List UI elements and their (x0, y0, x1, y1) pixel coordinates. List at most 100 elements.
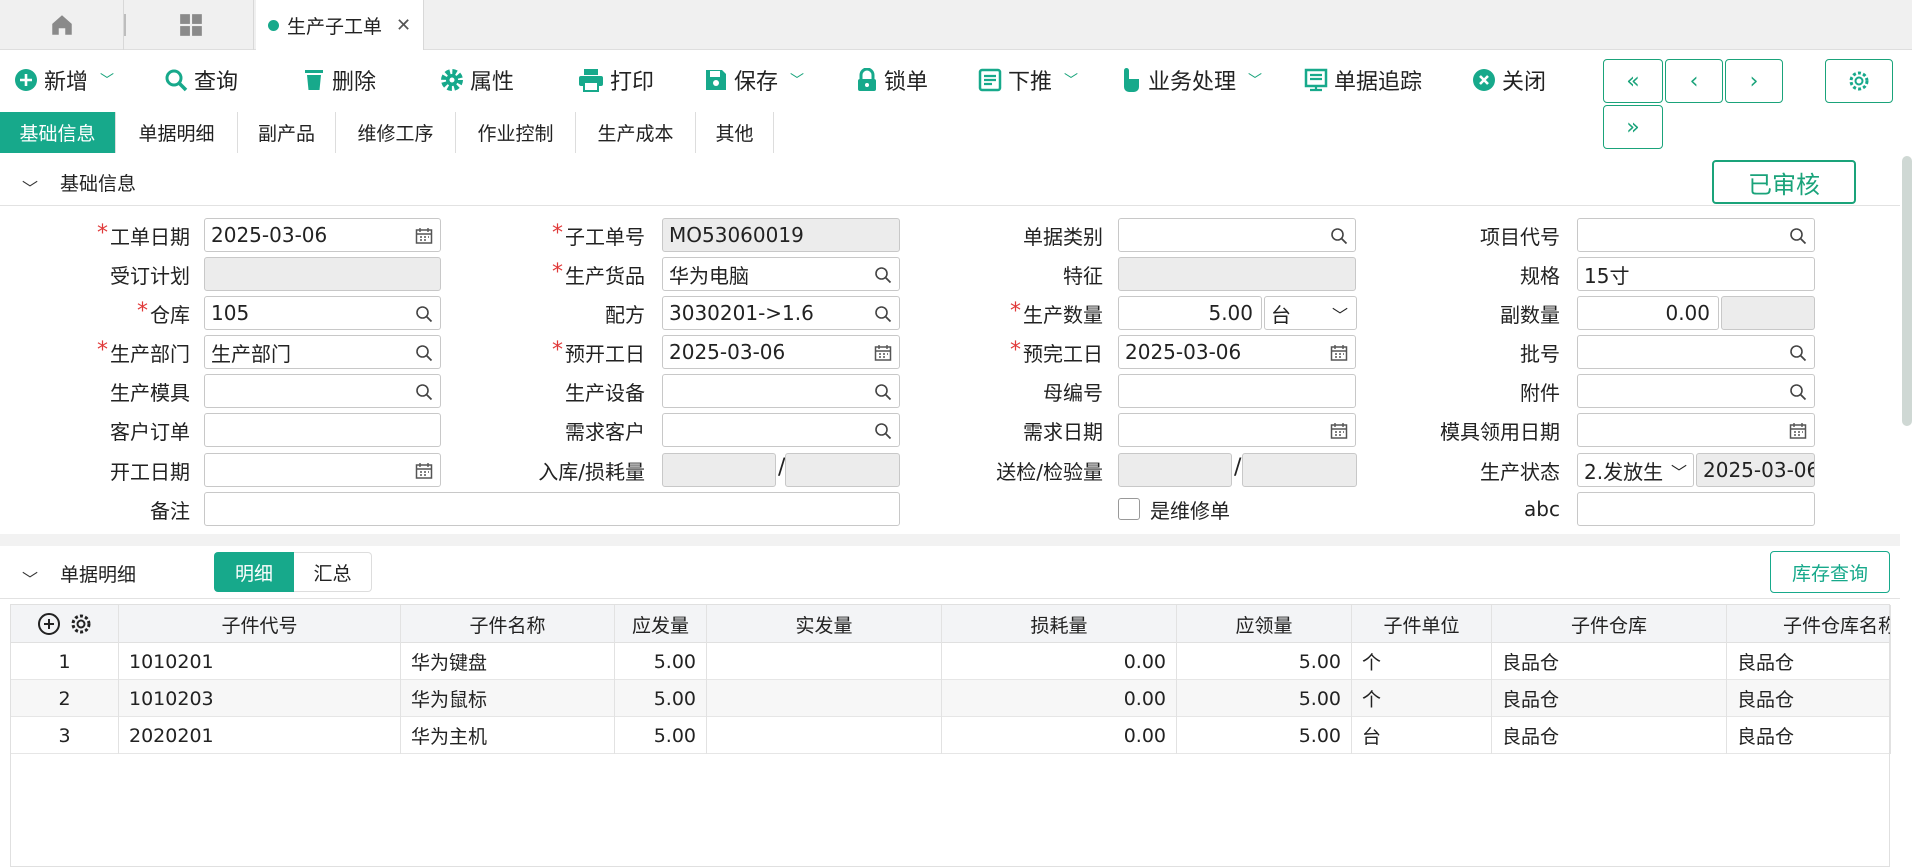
view-detail-toggle[interactable]: 明细 (214, 552, 294, 592)
scrollbar[interactable] (1902, 156, 1912, 426)
issue-qty-cell[interactable]: 5.00 (615, 680, 707, 717)
warehouse-cell[interactable]: 良品仓 (1492, 643, 1727, 680)
repair-checkbox[interactable] (1118, 498, 1140, 520)
warehouse-field[interactable]: 105 (204, 296, 441, 330)
part-name-cell[interactable]: 华为键盘 (401, 643, 615, 680)
tab-other[interactable]: 其他 (696, 112, 774, 153)
table-row[interactable]: 2 1010203 华为鼠标 5.00 0.00 5.00 个 良品仓 良品仓 (11, 680, 1891, 717)
warehouse-cell[interactable]: 良品仓 (1492, 717, 1727, 754)
stock-query-button[interactable]: 库存查询 (1770, 551, 1890, 593)
settings-button[interactable] (1825, 59, 1893, 103)
basic-info-header[interactable]: ﹀ 基础信息 (0, 160, 1900, 206)
loss-qty-cell[interactable]: 0.00 (942, 643, 1177, 680)
column-header[interactable]: 子件代号 (119, 605, 401, 643)
abc-field[interactable] (1577, 492, 1815, 526)
warehouse-name-cell[interactable]: 良品仓 (1727, 717, 1891, 754)
column-header[interactable]: 子件单位 (1352, 605, 1492, 643)
receive-qty-cell[interactable]: 5.00 (1177, 717, 1352, 754)
part-code-cell[interactable]: 1010201 (119, 643, 401, 680)
product-field[interactable]: 华为电脑 (662, 257, 900, 291)
search-icon[interactable] (415, 305, 433, 323)
customer-order-field[interactable] (204, 413, 441, 447)
calendar-icon[interactable] (1330, 344, 1348, 362)
add-row-icon[interactable] (37, 612, 61, 636)
delete-button[interactable]: 删除 (302, 62, 376, 98)
next-record-button[interactable]: › (1725, 59, 1783, 103)
prod-status-select[interactable]: 2.发放生 ﹀ (1577, 453, 1694, 487)
business-button[interactable]: 业务处理 ﹀ (1120, 62, 1262, 98)
inspect-send-field[interactable] (1118, 453, 1232, 487)
formula-field[interactable]: 3030201->1.6 (662, 296, 900, 330)
actual-qty-cell[interactable] (707, 717, 942, 754)
qty-field[interactable]: 5.00 (1118, 296, 1262, 330)
issue-qty-cell[interactable]: 5.00 (615, 643, 707, 680)
batch-field[interactable] (1577, 335, 1815, 369)
table-row[interactable]: 1 1010201 华为键盘 5.00 0.00 5.00 个 良品仓 良品仓 (11, 643, 1891, 680)
actual-qty-cell[interactable] (707, 643, 942, 680)
column-header[interactable]: 损耗量 (942, 605, 1177, 643)
search-icon[interactable] (415, 383, 433, 401)
receive-qty-cell[interactable]: 5.00 (1177, 643, 1352, 680)
unit-cell[interactable]: 台 (1352, 717, 1492, 754)
table-row[interactable]: 3 2020201 华为主机 5.00 0.00 5.00 台 良品仓 良品仓 (11, 717, 1891, 754)
project-code-field[interactable] (1577, 218, 1815, 252)
loss-qty-cell[interactable]: 0.00 (942, 680, 1177, 717)
calendar-icon[interactable] (1330, 422, 1348, 440)
calendar-icon[interactable] (874, 344, 892, 362)
search-icon[interactable] (1789, 383, 1807, 401)
part-name-cell[interactable]: 华为鼠标 (401, 680, 615, 717)
actual-qty-cell[interactable] (707, 680, 942, 717)
search-icon[interactable] (1330, 227, 1348, 245)
unit-select[interactable]: 台 ﹀ (1264, 296, 1357, 330)
part-name-cell[interactable]: 华为主机 (401, 717, 615, 754)
sub-order-no-field[interactable]: MO53060019 (662, 218, 900, 252)
chevron-down-icon[interactable]: ﹀ (1670, 459, 1687, 483)
start-date-field[interactable] (204, 453, 441, 487)
first-record-button[interactable]: « (1603, 59, 1663, 103)
remark-field[interactable] (204, 492, 900, 526)
gear-icon[interactable] (69, 612, 93, 636)
print-button[interactable]: 打印 (578, 62, 654, 98)
receive-qty-cell[interactable]: 5.00 (1177, 680, 1352, 717)
tab-sub-work-order[interactable]: 生产子工单 ✕ (256, 0, 424, 50)
loss-qty-field[interactable] (785, 453, 900, 487)
loss-qty-cell[interactable]: 0.00 (942, 717, 1177, 754)
chevron-down-icon[interactable]: ﹀ (1064, 70, 1078, 90)
chevron-down-icon[interactable]: ﹀ (1332, 302, 1348, 326)
sub-qty-field[interactable]: 0.00 (1577, 296, 1719, 330)
feature-field[interactable] (1118, 257, 1356, 291)
equipment-field[interactable] (662, 374, 900, 408)
close-button[interactable]: 关闭 (1472, 62, 1546, 98)
chevron-down-icon[interactable]: ﹀ (1248, 70, 1262, 90)
column-header[interactable]: 实发量 (707, 605, 942, 643)
column-header[interactable]: 子件仓库 (1492, 605, 1727, 643)
unit-cell[interactable]: 个 (1352, 680, 1492, 717)
tab-basic-info[interactable]: 基础信息 (0, 112, 116, 153)
spec-field[interactable]: 15寸 (1577, 257, 1815, 291)
tab-by-products[interactable]: 副产品 (238, 112, 336, 153)
calendar-icon[interactable] (415, 462, 433, 480)
save-button[interactable]: 保存 ﹀ (704, 62, 804, 98)
doc-type-field[interactable] (1118, 218, 1356, 252)
plan-end-field[interactable]: 2025-03-06 (1118, 335, 1356, 369)
dept-field[interactable]: 生产部门 (204, 335, 441, 369)
warehouse-name-cell[interactable]: 良品仓 (1727, 680, 1891, 717)
warehouse-name-cell[interactable]: 良品仓 (1727, 643, 1891, 680)
search-icon[interactable] (874, 266, 892, 284)
work-date-field[interactable]: 2025-03-06 (204, 218, 441, 252)
warehouse-cell[interactable]: 良品仓 (1492, 680, 1727, 717)
part-code-cell[interactable]: 1010203 (119, 680, 401, 717)
lock-button[interactable]: 锁单 (856, 62, 928, 98)
calendar-icon[interactable] (415, 227, 433, 245)
column-header[interactable]: 应发量 (615, 605, 707, 643)
part-code-cell[interactable]: 2020201 (119, 717, 401, 754)
search-icon[interactable] (1789, 227, 1807, 245)
close-tab-icon[interactable]: ✕ (396, 15, 411, 36)
tab-job-control[interactable]: 作业控制 (456, 112, 576, 153)
search-icon[interactable] (874, 383, 892, 401)
prev-record-button[interactable]: ‹ (1665, 59, 1723, 103)
demand-customer-field[interactable] (662, 413, 900, 447)
plan-start-field[interactable]: 2025-03-06 (662, 335, 900, 369)
issue-qty-cell[interactable]: 5.00 (615, 717, 707, 754)
push-down-button[interactable]: 下推 ﹀ (978, 62, 1078, 98)
